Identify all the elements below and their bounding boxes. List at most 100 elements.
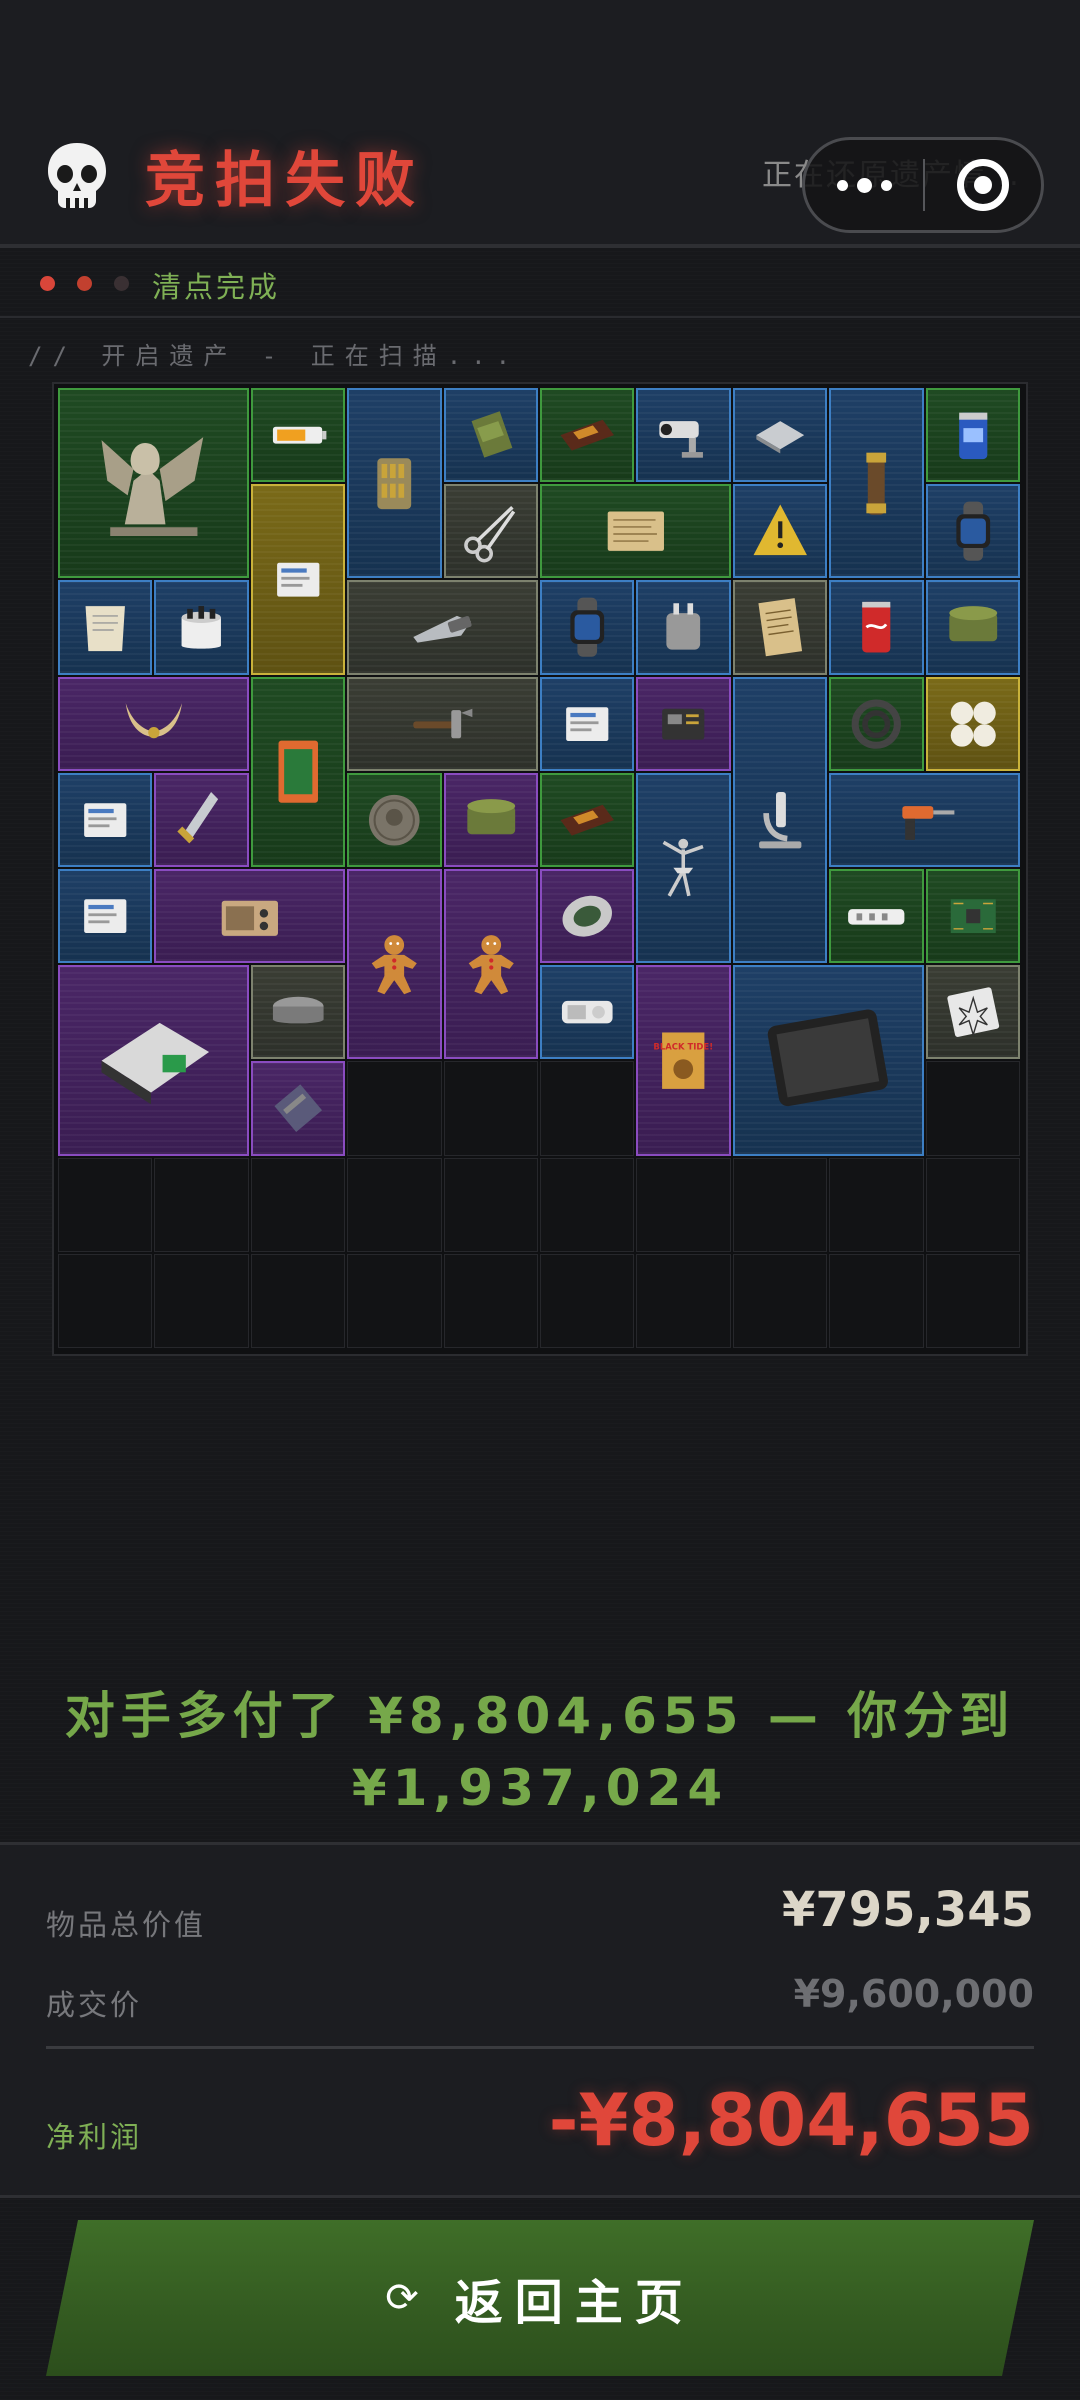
note-icon — [758, 598, 802, 657]
inventory-item-hazard-case[interactable] — [250, 676, 346, 867]
inventory-item-chocolate-bar-2[interactable] — [540, 772, 635, 867]
grid-cell — [732, 1157, 828, 1252]
grid-cell — [347, 1061, 442, 1156]
strip-icon — [848, 909, 905, 925]
progress-dot-2 — [77, 276, 92, 291]
inventory-item-ssd-drive[interactable] — [58, 965, 249, 1156]
inventory-item-old-coin[interactable] — [347, 772, 442, 867]
more-dots-icon[interactable] — [805, 140, 923, 230]
inventory-item-security-camera[interactable] — [636, 388, 731, 483]
inventory-item-cola-can[interactable] — [829, 580, 924, 675]
gingerbread-icon — [371, 934, 417, 994]
inventory-item-tub-container[interactable] — [154, 580, 249, 675]
inventory-item-hammer[interactable] — [347, 676, 538, 771]
inventory-item-energy-can[interactable] — [925, 388, 1020, 483]
total-value-label: 物品总价值 — [46, 1908, 207, 1942]
inventory-item-old-map[interactable] — [540, 484, 731, 579]
board-icon — [950, 899, 996, 933]
inventory-item-ration-pouch[interactable] — [58, 580, 153, 675]
inventory-item-telescope[interactable] — [829, 388, 924, 579]
return-home-button[interactable]: ⟳ 返回主页 — [46, 2220, 1034, 2376]
grid-cell — [250, 1157, 346, 1252]
inventory-item-ram-stick[interactable] — [250, 1061, 346, 1156]
grid-cell — [925, 1157, 1020, 1252]
inventory-item-microscope[interactable] — [732, 676, 828, 964]
summary-line-1: 对手多付了 ¥8,804,655 — 你分到 — [64, 1687, 1016, 1745]
inventory-item-tin-box[interactable] — [925, 580, 1020, 675]
inventory-item-ornate-egg[interactable] — [540, 869, 635, 964]
watch-icon — [955, 501, 990, 561]
card-icon — [84, 899, 127, 933]
grid-cell — [636, 1157, 731, 1252]
grid-cell — [58, 1253, 153, 1348]
inventory-item-radio[interactable] — [154, 869, 346, 964]
inventory-item-tobacco-tin[interactable] — [443, 772, 538, 867]
inventory-item-data-card-2[interactable] — [58, 772, 153, 867]
inventory-item-emblem-card[interactable] — [925, 965, 1020, 1060]
inventory-item-winged-sphinx-statue[interactable] — [58, 388, 249, 579]
pouch-icon — [85, 606, 125, 652]
svg-text:BLACK TIDE!: BLACK TIDE! — [654, 1041, 714, 1051]
inventory-item-gingerbread-man[interactable] — [347, 869, 442, 1060]
inventory-item-mp3-player[interactable] — [540, 965, 635, 1060]
inventory-item-battery-3000mah[interactable] — [250, 388, 346, 483]
coin-icon — [369, 794, 420, 846]
inventory-item-gingerbread-man-2[interactable] — [443, 869, 538, 1060]
egg-icon — [562, 895, 612, 937]
microscope-icon — [758, 791, 802, 849]
ram-icon — [274, 1084, 322, 1133]
inventory-item-chocolate-bar[interactable] — [540, 388, 635, 483]
camera-icon — [659, 421, 704, 458]
ssd-icon — [101, 1022, 209, 1104]
inventory-item-dagger[interactable] — [154, 772, 249, 867]
can-icon — [958, 412, 987, 460]
inventory-item-power-strip[interactable] — [829, 869, 924, 964]
horns-icon — [125, 702, 182, 738]
grid-cell — [829, 1157, 924, 1252]
pearl-icon — [950, 701, 996, 747]
header-divider — [0, 244, 1080, 248]
inventory-item-utility-knife[interactable] — [347, 580, 538, 675]
inventory-item-black-tide-book[interactable]: BLACK TIDE! — [636, 965, 731, 1156]
grid-cell — [58, 1157, 153, 1252]
inventory-item-tablet[interactable] — [732, 965, 924, 1156]
inventory-item-smart-watch[interactable] — [925, 484, 1020, 579]
inventory-item-power-adapter[interactable] — [636, 580, 731, 675]
knife-icon — [413, 616, 472, 643]
inventory-item-horned-mask[interactable] — [58, 676, 249, 771]
emblem-icon — [946, 987, 999, 1038]
player-icon — [561, 1001, 613, 1024]
inventory-item-data-card-3[interactable] — [58, 869, 153, 964]
inventory-item-power-drill[interactable] — [829, 772, 1020, 867]
inventory-item-document-card[interactable] — [250, 484, 346, 675]
grid-cell — [347, 1157, 442, 1252]
inventory-item-ballerina-statue[interactable] — [636, 772, 731, 964]
inventory-item-data-card[interactable] — [540, 676, 635, 771]
inventory-item-scissors[interactable] — [443, 484, 538, 579]
close-target-button[interactable] — [925, 159, 1041, 211]
inventory-item-bullet-jar[interactable] — [347, 388, 442, 579]
inventory-item-warning-sign[interactable] — [732, 484, 828, 579]
grid-cell — [732, 1253, 828, 1348]
net-profit-label: 净利润 — [46, 2120, 143, 2154]
cola-icon — [862, 602, 891, 653]
device-icon — [662, 708, 705, 740]
inventory-item-circuit-device[interactable] — [636, 676, 731, 771]
inventory-item-ration-pack[interactable] — [443, 388, 538, 483]
inventory-item-metal-plate[interactable] — [732, 388, 828, 483]
inventory-item-smart-watch-2[interactable] — [540, 580, 635, 675]
inventory-grid: BLACK TIDE! — [52, 382, 1028, 1356]
inventory-item-tape-roll[interactable] — [250, 965, 346, 1060]
inventory-item-pearls[interactable] — [925, 676, 1020, 771]
card-icon — [566, 706, 609, 741]
dagger-icon — [177, 791, 219, 844]
tub-icon — [181, 606, 222, 649]
return-home-label: 返回主页 — [454, 2275, 695, 2331]
inventory-item-hose-coil[interactable] — [829, 676, 924, 771]
page-title: 竞拍失败 — [145, 146, 425, 216]
inventory-item-circuit-board[interactable] — [925, 869, 1020, 964]
grid-cell — [540, 1157, 635, 1252]
inventory-item-note-paper[interactable] — [732, 580, 828, 675]
tin-icon — [948, 606, 997, 642]
skull-icon — [48, 143, 106, 208]
